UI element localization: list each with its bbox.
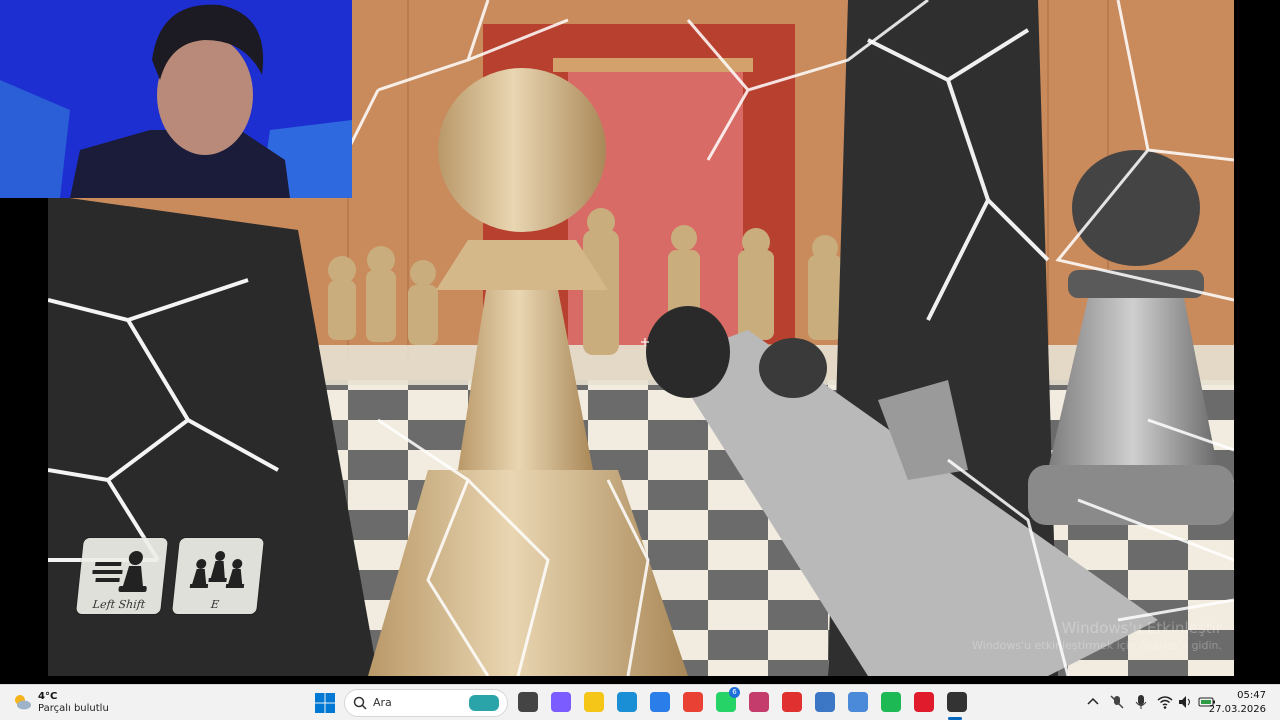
notification-badge: 6 bbox=[729, 687, 740, 698]
partly-cloudy-icon bbox=[15, 695, 31, 710]
dash-pawn-icon bbox=[92, 551, 147, 592]
summon-pawns-icon bbox=[189, 551, 245, 588]
clock-time: 05:47 bbox=[1237, 690, 1266, 701]
recorder-icon[interactable] bbox=[782, 692, 802, 712]
notepad-icon[interactable] bbox=[848, 692, 868, 712]
clock-date: 27.03.2026 bbox=[1208, 704, 1266, 715]
microphone-icon[interactable] bbox=[1132, 693, 1150, 711]
chevron-up-icon[interactable] bbox=[1084, 693, 1102, 711]
snipping-icon[interactable] bbox=[749, 692, 769, 712]
watermark-subtitle: Windows'u etkinleştirmek için Ayarlar'a … bbox=[972, 639, 1222, 652]
chess-app-icon[interactable] bbox=[947, 692, 967, 712]
opera-icon[interactable] bbox=[914, 692, 934, 712]
mic-muted-icon[interactable] bbox=[1108, 693, 1126, 711]
webcam-overlay bbox=[0, 0, 352, 198]
wifi-icon[interactable] bbox=[1156, 693, 1174, 711]
task-view-icon[interactable] bbox=[518, 692, 538, 712]
store-icon[interactable] bbox=[650, 692, 670, 712]
webcam-feed bbox=[0, 0, 352, 198]
watermark-title: Windows'u Etkinleştir bbox=[1061, 619, 1222, 637]
spotify-icon[interactable] bbox=[881, 692, 901, 712]
weather-desc: Parçalı bulutlu bbox=[38, 703, 109, 714]
weather-temp: 4°C bbox=[38, 691, 58, 702]
ability-key-label: Left Shift bbox=[92, 598, 146, 611]
calculator-icon[interactable] bbox=[815, 692, 835, 712]
speaker-icon[interactable] bbox=[1176, 693, 1194, 711]
search-placeholder: Ara bbox=[373, 696, 392, 709]
activation-watermark: Windows'u Etkinleştir Windows'u etkinleş… bbox=[972, 619, 1222, 652]
screen: Windows'u Etkinleştir Windows'u etkinleş… bbox=[0, 0, 1280, 720]
start-button[interactable] bbox=[314, 692, 336, 714]
ability-key-label: E bbox=[210, 598, 220, 611]
whatsapp-icon[interactable]: 6 bbox=[716, 687, 740, 712]
folder-icon[interactable] bbox=[584, 692, 604, 712]
copilot-icon[interactable] bbox=[551, 692, 571, 712]
ability-slot-dash[interactable]: Left Shift bbox=[76, 538, 168, 614]
taskbar-search[interactable]: Ara bbox=[344, 689, 508, 717]
windows-icon bbox=[315, 693, 335, 713]
edge-icon[interactable] bbox=[617, 692, 637, 712]
ability-slot-summon[interactable]: E bbox=[172, 538, 264, 614]
taskbar: 4°C Parçalı bulutlu Ara 6 05:47 27.03.20… bbox=[0, 684, 1280, 720]
taskbar-clock[interactable]: 05:47 27.03.2026 bbox=[1209, 689, 1266, 717]
search-icon bbox=[353, 696, 367, 710]
chrome-icon[interactable] bbox=[683, 692, 703, 712]
search-highlight-icon bbox=[469, 695, 499, 711]
